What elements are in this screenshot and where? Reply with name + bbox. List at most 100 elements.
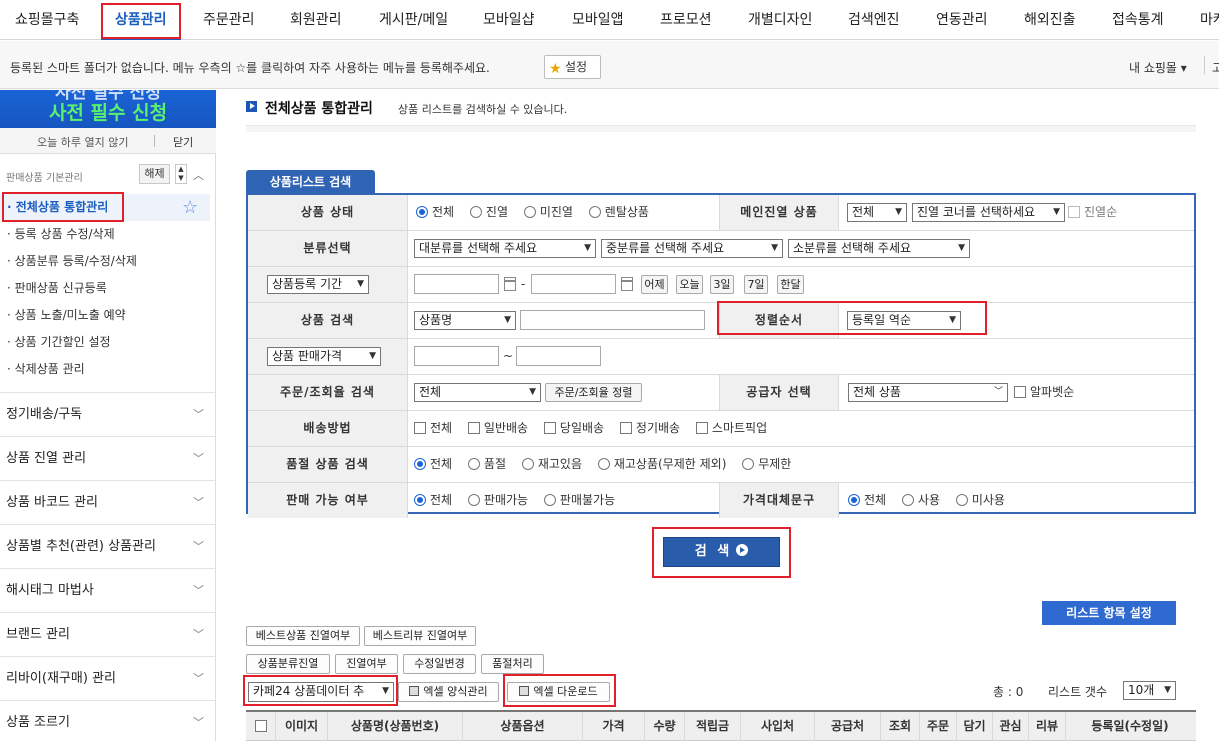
- promo-banner[interactable]: 사전 필수 신청 사전 필수 신청: [0, 90, 216, 128]
- change-modified-date-button[interactable]: 수정일변경: [403, 654, 476, 674]
- calendar-icon[interactable]: [504, 277, 516, 291]
- product-search-select[interactable]: 상품명 ▼: [414, 311, 516, 330]
- end-date-input[interactable]: [531, 274, 616, 294]
- status-radio-hidden[interactable]: 미진열: [523, 195, 573, 230]
- soldout-radio-unlimited[interactable]: 무제한: [742, 447, 791, 482]
- list-count-select[interactable]: 10개 ▼: [1123, 681, 1176, 700]
- nav-shop-build[interactable]: 쇼핑몰구축: [15, 0, 79, 40]
- sidebar-item-deleted-products[interactable]: · 삭제상품 관리: [0, 356, 210, 383]
- main-display-select[interactable]: 전체 ▼: [847, 203, 907, 222]
- select-all-checkbox[interactable]: [246, 712, 276, 741]
- nav-marketing[interactable]: 마케: [1200, 0, 1219, 40]
- sidebar-section-brand[interactable]: 브랜드 관리 ﹀: [0, 612, 216, 656]
- divider: [154, 135, 155, 147]
- release-button[interactable]: 해제: [139, 164, 170, 184]
- nav-member-management[interactable]: 회원관리: [290, 0, 342, 40]
- sidebar-section-subscription[interactable]: 정기배송/구독 ﹀: [0, 392, 216, 436]
- soldout-radio-instock[interactable]: 재고있음: [521, 447, 582, 482]
- my-shop-menu[interactable]: 내 쇼핑몰 ▾: [1129, 59, 1187, 76]
- price-sub-radio-nouse[interactable]: 미사용: [955, 483, 1005, 518]
- sidebar-section-rebuy[interactable]: 리바이(재구매) 관리 ﹀: [0, 656, 216, 700]
- status-radio-display[interactable]: 진열: [469, 195, 508, 230]
- shipping-check-smartpickup[interactable]: 스마트픽업: [695, 411, 767, 446]
- nav-board-mail[interactable]: 게시판/메일: [379, 0, 448, 40]
- status-radio-all[interactable]: 전체: [416, 195, 454, 230]
- sidebar-section-wishlist[interactable]: 상품 조르기 ﹀: [0, 700, 216, 741]
- corner-select[interactable]: 진열 코너를 선택하세요 ▼: [912, 203, 1065, 222]
- best-product-display-button[interactable]: 베스트상품 진열여부: [246, 626, 360, 646]
- alphabet-order-checkbox[interactable]: 알파벳순: [1014, 375, 1074, 410]
- period-select[interactable]: 상품등록 기간 ▼: [267, 275, 369, 294]
- status-radio-rental[interactable]: 렌탈상품: [588, 195, 649, 230]
- sale-radio-available[interactable]: 판매가능: [467, 483, 528, 518]
- search-form: 상품 상태 전체 진열 미진열 렌탈상품 메인진열 상품 전체 ▼ 진열 코너를 …: [246, 193, 1196, 518]
- supplier-select[interactable]: 전체 상품 ﹀: [848, 383, 1008, 402]
- row-status: 상품 상태 전체 진열 미진열 렌탈상품 메인진열 상품 전체 ▼ 진열 코너를 …: [248, 195, 1194, 231]
- sidebar-section-hashtag[interactable]: 해시태그 마법사 ﹀: [0, 568, 216, 612]
- sidebar-section-barcode[interactable]: 상품 바코드 관리 ﹀: [0, 480, 216, 524]
- display-order-checkbox[interactable]: 진열순: [1068, 195, 1117, 230]
- shipping-check-normal[interactable]: 일반배송: [467, 411, 528, 446]
- category-display-button[interactable]: 상품분류진열: [246, 654, 330, 674]
- sidebar-item-exposure-schedule[interactable]: · 상품 노출/미노출 예약: [0, 302, 210, 329]
- radio-label: 전체: [430, 457, 453, 471]
- price-sub-radio-all[interactable]: 전체: [848, 483, 886, 518]
- sidebar-item-category[interactable]: · 상품분류 등록/수정/삭제: [0, 248, 210, 275]
- category-medium-select[interactable]: 중분류를 선택해 주세요 ▼: [601, 239, 783, 258]
- folder-settings-button[interactable]: ★ 설정: [544, 55, 601, 79]
- sidebar-section-display[interactable]: 상품 진열 관리 ﹀: [0, 436, 216, 480]
- date-btn-month[interactable]: 한달: [777, 275, 804, 294]
- nav-mobile-app[interactable]: 모바일앱: [572, 0, 624, 40]
- search-button[interactable]: 검 색: [663, 537, 780, 567]
- sidebar-item-period-discount[interactable]: · 상품 기간할인 설정: [0, 329, 210, 356]
- date-btn-3days[interactable]: 3일: [710, 275, 734, 294]
- price-select[interactable]: 상품 판매가격 ▼: [267, 347, 381, 366]
- shipping-check-regular[interactable]: 정기배송: [619, 411, 680, 446]
- price-max-input[interactable]: [516, 346, 601, 366]
- nav-integration[interactable]: 연동관리: [936, 0, 988, 40]
- order-search-select[interactable]: 전체 ▼: [414, 383, 541, 402]
- product-search-input[interactable]: [520, 310, 705, 330]
- start-date-input[interactable]: [414, 274, 499, 294]
- not-today-link[interactable]: 오늘 하루 열지 않기: [37, 134, 128, 150]
- nav-statistics[interactable]: 접속통계: [1112, 0, 1164, 40]
- category-large-select[interactable]: 대분류를 선택해 주세요 ▼: [414, 239, 596, 258]
- calendar-icon[interactable]: [621, 277, 633, 291]
- updown-stepper[interactable]: ▲ ▼: [175, 164, 187, 184]
- nav-promotion[interactable]: 프로모션: [660, 0, 712, 40]
- nav-mobile-shop[interactable]: 모바일샵: [483, 0, 535, 40]
- search-tab[interactable]: 상품리스트 검색: [246, 170, 375, 194]
- nav-overseas[interactable]: 해외진출: [1024, 0, 1076, 40]
- favorite-star-icon[interactable]: ☆: [182, 194, 198, 221]
- nav-custom-design[interactable]: 개별디자인: [748, 0, 812, 40]
- date-btn-yesterday[interactable]: 어제: [641, 275, 668, 294]
- list-settings-button[interactable]: 리스트 항목 설정: [1042, 601, 1176, 625]
- soldout-radio-all[interactable]: 전체: [414, 447, 452, 482]
- soldout-process-button[interactable]: 품절처리: [481, 654, 544, 674]
- nav-search-engine[interactable]: 검색엔진: [848, 0, 900, 40]
- shipping-check-sameday[interactable]: 당일배송: [543, 411, 604, 446]
- best-review-display-button[interactable]: 베스트리뷰 진열여부: [364, 626, 476, 646]
- soldout-radio-soldout[interactable]: 품절: [467, 447, 506, 482]
- more-menu[interactable]: 고: [1212, 59, 1219, 76]
- display-toggle-button[interactable]: 진열여부: [335, 654, 398, 674]
- chevron-up-icon[interactable]: ︿: [193, 167, 204, 183]
- chevron-down-icon: ▼: [1164, 685, 1171, 695]
- sidebar-section-recommend[interactable]: 상품별 추천(관련) 상품관리 ﹀: [0, 524, 216, 568]
- sale-radio-unavailable[interactable]: 판매불가능: [543, 483, 615, 518]
- date-btn-today[interactable]: 오늘: [676, 275, 703, 294]
- category-small-select[interactable]: 소분류를 선택해 주세요 ▼: [788, 239, 970, 258]
- excel-form-button[interactable]: 엑셀 양식관리: [398, 682, 499, 702]
- sale-radio-all[interactable]: 전체: [414, 483, 452, 518]
- nav-order-management[interactable]: 주문관리: [203, 0, 255, 40]
- sidebar-item-edit-products[interactable]: · 등록 상품 수정/삭제: [0, 221, 210, 248]
- price-sub-radio-use[interactable]: 사용: [901, 483, 940, 518]
- date-btn-7days[interactable]: 7일: [744, 275, 768, 294]
- price-min-input[interactable]: [414, 346, 499, 366]
- chevron-down-icon: ▼: [529, 387, 536, 397]
- order-sort-button[interactable]: 주문/조회율 정렬: [545, 383, 642, 402]
- shipping-check-all[interactable]: 전체: [414, 411, 452, 446]
- sidebar-item-new-product[interactable]: · 판매상품 신규등록: [0, 275, 210, 302]
- banner-close-link[interactable]: 닫기: [173, 134, 193, 150]
- soldout-radio-stock-limited[interactable]: 재고상품(무제한 제외): [597, 447, 726, 482]
